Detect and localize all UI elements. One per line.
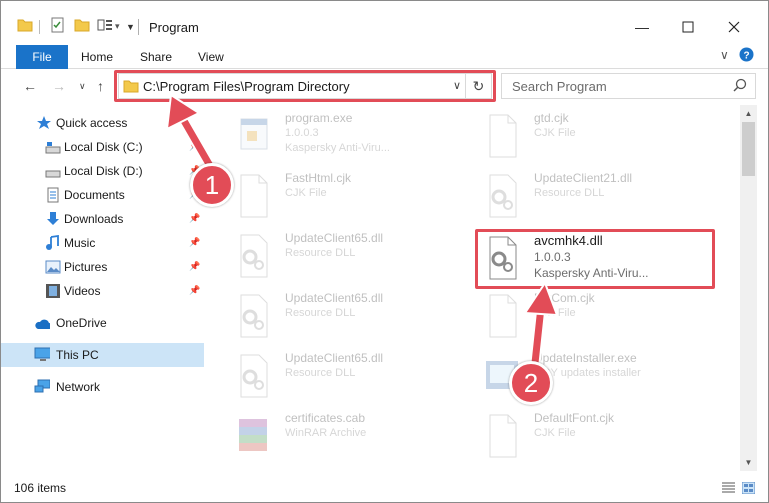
close-button[interactable]	[711, 13, 757, 41]
dll-icon	[240, 354, 268, 398]
qa-separator	[39, 20, 40, 34]
minimize-button[interactable]: —	[619, 13, 665, 41]
search-input[interactable]: Search Program	[501, 73, 756, 99]
scroll-down-icon[interactable]: ▼	[740, 454, 757, 471]
sidebar-item-local-disk-d[interactable]: Local Disk (D:) 📌	[1, 159, 204, 183]
star-icon	[37, 116, 51, 129]
sidebar-item-downloads[interactable]: Downloads 📌	[1, 207, 204, 231]
sidebar-item-documents[interactable]: Documents 📌	[1, 183, 204, 207]
dll-icon	[240, 234, 268, 278]
drive-icon	[45, 142, 61, 154]
file-item[interactable]: certificates.cab WinRAR Archive	[227, 409, 477, 467]
pin-icon[interactable]: 📌	[189, 213, 200, 224]
qa-dropdown-icon[interactable]: ▾	[115, 21, 120, 32]
help-icon[interactable]: ?	[739, 47, 754, 62]
pin-icon[interactable]: 📌	[189, 261, 200, 272]
search-placeholder: Search Program	[512, 79, 607, 94]
file-item[interactable]: UpdateClient65.dll Resource DLL	[227, 229, 477, 287]
file-item[interactable]: gtd.cjk CJK File	[476, 109, 726, 167]
folder-icon	[17, 19, 33, 32]
file-item[interactable]: program.exe 1.0.0.3 Kaspersky Anti-Viru.…	[227, 109, 477, 167]
sidebar-item-quick-access[interactable]: Quick access	[1, 111, 204, 135]
computer-icon	[34, 347, 50, 361]
close-icon	[728, 21, 740, 33]
dll-icon	[240, 294, 268, 338]
minimize-icon: —	[635, 19, 649, 35]
maximize-button[interactable]	[665, 13, 711, 41]
scroll-thumb[interactable]	[742, 122, 755, 176]
step-badge-1: 1	[190, 163, 234, 207]
back-button[interactable]: ←	[23, 78, 37, 94]
forward-button[interactable]: →	[52, 78, 66, 94]
maximize-icon	[682, 21, 694, 33]
archive-icon	[239, 419, 267, 451]
tab-home[interactable]: Home	[81, 50, 113, 64]
ribbon-tabs: File Home Share View ∨ ?	[1, 41, 768, 69]
expand-ribbon-icon[interactable]: ∨	[720, 48, 729, 62]
details-view-icon[interactable]	[722, 482, 735, 494]
blank-file-icon	[489, 114, 517, 158]
sidebar-item-music[interactable]: Music 📌	[1, 231, 204, 255]
tab-file[interactable]: File	[16, 45, 68, 69]
qa-menu-icon[interactable]: ▼	[126, 22, 135, 32]
step-badge-2: 2	[509, 361, 553, 405]
large-icons-view-icon[interactable]	[742, 482, 755, 494]
title-bar: ▾ ▼ Program —	[1, 1, 768, 41]
window-title: Program	[149, 20, 199, 35]
pin-icon[interactable]: 📌	[189, 285, 200, 296]
documents-icon	[47, 187, 59, 203]
file-item[interactable]: FastHtml.cjk CJK File	[227, 169, 477, 227]
blank-file-icon	[489, 414, 517, 458]
music-icon	[46, 235, 59, 250]
vertical-scrollbar[interactable]: ▲ ▼	[740, 105, 757, 471]
navigation-pane: Quick access Local Disk (C:) 📌 Local Dis…	[1, 107, 207, 473]
sidebar-item-network[interactable]: Network	[1, 375, 204, 399]
blank-file-icon	[489, 294, 517, 338]
tab-share[interactable]: Share	[140, 50, 172, 64]
pin-icon[interactable]: 📌	[189, 237, 200, 248]
drive-icon	[45, 170, 61, 178]
explorer-window: ▾ ▼ Program — File Home Share View ∨ ? ←…	[0, 0, 769, 503]
pin-icon[interactable]: 📌	[189, 141, 200, 152]
search-icon	[733, 78, 747, 92]
customize-icon[interactable]	[97, 17, 113, 37]
tab-view[interactable]: View	[198, 50, 224, 64]
file-item[interactable]: UpdateClient65.dll Resource DLL	[227, 289, 477, 347]
sidebar-item-local-disk-c[interactable]: Local Disk (C:) 📌	[1, 135, 204, 159]
cloud-icon	[35, 319, 50, 329]
exe-icon	[240, 118, 268, 150]
videos-icon	[46, 284, 60, 298]
navigation-bar: ← → ∨ ↑ C:\Program Files\Program Directo…	[1, 69, 768, 103]
sidebar-item-this-pc[interactable]: This PC	[1, 343, 204, 367]
up-button[interactable]: ↑	[97, 78, 104, 94]
sidebar-item-pictures[interactable]: Pictures 📌	[1, 255, 204, 279]
file-item[interactable]: UpdateClient21.dll Resource DLL	[476, 169, 726, 227]
item-count: 106 items	[14, 481, 67, 495]
svg-text:?: ?	[743, 51, 749, 62]
download-icon	[47, 212, 59, 225]
scroll-up-icon[interactable]: ▲	[740, 105, 757, 122]
title-separator	[138, 19, 139, 35]
sidebar-item-videos[interactable]: Videos 📌	[1, 279, 204, 303]
file-item[interactable]: DefaultFont.cjk CJK File	[476, 409, 726, 467]
recent-locations-icon[interactable]: ∨	[79, 81, 86, 92]
status-bar: 106 items	[1, 473, 768, 503]
address-highlight-box	[114, 70, 496, 102]
file-list: program.exe 1.0.0.3 Kaspersky Anti-Viru.…	[215, 107, 739, 473]
properties-icon[interactable]	[50, 17, 66, 37]
file-item[interactable]: UpdateClient65.dll Resource DLL	[227, 349, 477, 407]
file-highlight-box	[475, 229, 715, 289]
sidebar-item-onedrive[interactable]: OneDrive	[1, 311, 204, 335]
file-item[interactable]: ExtCom.cjk CJK File	[476, 289, 726, 347]
dll-icon	[489, 174, 517, 218]
blank-file-icon	[240, 174, 268, 218]
network-icon	[34, 379, 50, 393]
new-folder-icon[interactable]	[74, 17, 90, 37]
pictures-icon	[45, 260, 61, 274]
